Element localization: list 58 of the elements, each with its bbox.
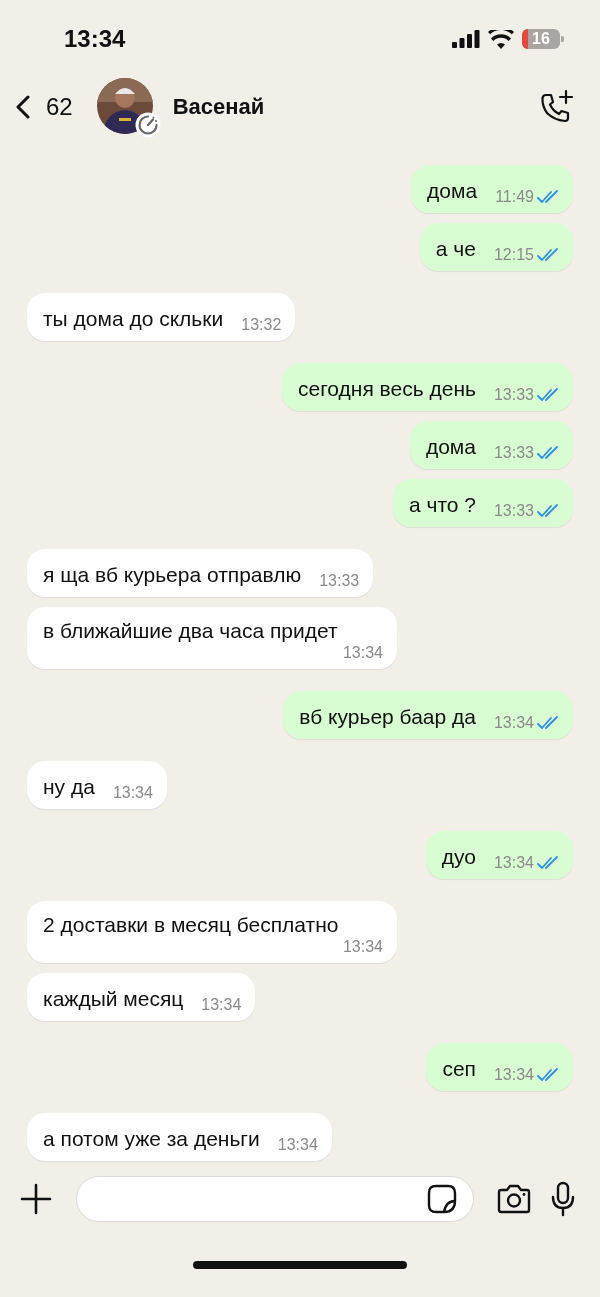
message-text: а что ?: [408, 492, 476, 518]
status-time: 13:34: [64, 25, 126, 53]
message-text: каждый месяц: [43, 986, 184, 1012]
message-time: 13:33: [493, 444, 534, 462]
back-icon[interactable]: [16, 95, 30, 119]
message-time: 13:34: [201, 996, 242, 1014]
sticker-icon[interactable]: [427, 1184, 457, 1214]
message-text: в ближайшие два часа придет: [43, 618, 338, 644]
received-message-bubble[interactable]: ну да 13:34: [27, 761, 167, 809]
received-message-bubble[interactable]: каждый месяц 13:34: [27, 973, 256, 1021]
sent-message-bubble[interactable]: сеп 13:34: [426, 1043, 573, 1091]
message-text: дома: [425, 434, 476, 460]
sent-message-bubble[interactable]: сегодня весь день 13:33: [281, 363, 573, 411]
sent-message-bubble[interactable]: вб курьер баар да 13:34: [283, 691, 573, 739]
sent-message-bubble[interactable]: дуо 13:34: [425, 831, 573, 879]
add-call-icon[interactable]: [538, 89, 574, 125]
message-text: ну да: [43, 774, 95, 800]
timer-icon: [134, 112, 161, 138]
received-message-bubble[interactable]: 2 доставки в месяц бесплатно 13:34: [27, 901, 397, 963]
message-time: 13:34: [342, 938, 383, 956]
message-text: сегодня весь день: [297, 376, 476, 402]
message-time: 11:49: [495, 188, 534, 206]
message-input-field[interactable]: [76, 1176, 474, 1222]
camera-icon[interactable]: [496, 1184, 532, 1214]
message-text: вб курьер баар да: [299, 704, 476, 730]
message-time: 13:34: [342, 644, 383, 662]
sent-message-bubble[interactable]: дома 11:49: [411, 165, 573, 213]
message-time: 13:34: [493, 854, 534, 872]
message-text: ты дома до скльки: [43, 306, 224, 332]
received-message-bubble[interactable]: ты дома до скльки 13:32: [27, 293, 296, 341]
sent-message-bubble[interactable]: а что ? 13:33: [392, 479, 573, 527]
received-message-bubble[interactable]: а потом уже за деньги 13:34: [27, 1113, 332, 1161]
message-text: а потом уже за деньги: [43, 1126, 260, 1152]
message-time: 12:15: [493, 246, 534, 264]
message-time: 13:34: [277, 1136, 318, 1154]
sent-message-bubble[interactable]: дома 13:33: [409, 421, 573, 469]
message-time: 13:34: [493, 714, 534, 732]
message-time: 13:33: [319, 572, 360, 590]
message-text: я ща вб курьера отправлю: [43, 562, 302, 588]
sent-message-bubble[interactable]: а че 12:15: [419, 223, 573, 271]
received-message-bubble[interactable]: я ща вб курьера отправлю 13:33: [27, 549, 374, 597]
message-time: 13:34: [112, 784, 153, 802]
plus-icon[interactable]: [20, 1183, 52, 1215]
message-text: 2 доставки в месяц бесплатно: [43, 912, 339, 938]
microphone-icon[interactable]: [550, 1181, 576, 1217]
message-text: а че: [435, 236, 476, 262]
wifi-icon: [488, 29, 514, 49]
message-text: сеп: [442, 1056, 476, 1082]
message-time: 13:33: [493, 386, 534, 404]
message-text: дома: [427, 178, 478, 204]
received-message-bubble[interactable]: в ближайшие два часа придет 13:34: [27, 607, 397, 669]
message-time: 13:34: [493, 1066, 534, 1084]
message-text: дуо: [441, 844, 476, 870]
message-time: 13:33: [493, 502, 534, 520]
signal-icon: [452, 30, 480, 48]
message-time: 13:32: [241, 316, 282, 334]
contact-name[interactable]: Васенай: [172, 94, 524, 120]
back-button[interactable]: 62: [12, 93, 77, 121]
